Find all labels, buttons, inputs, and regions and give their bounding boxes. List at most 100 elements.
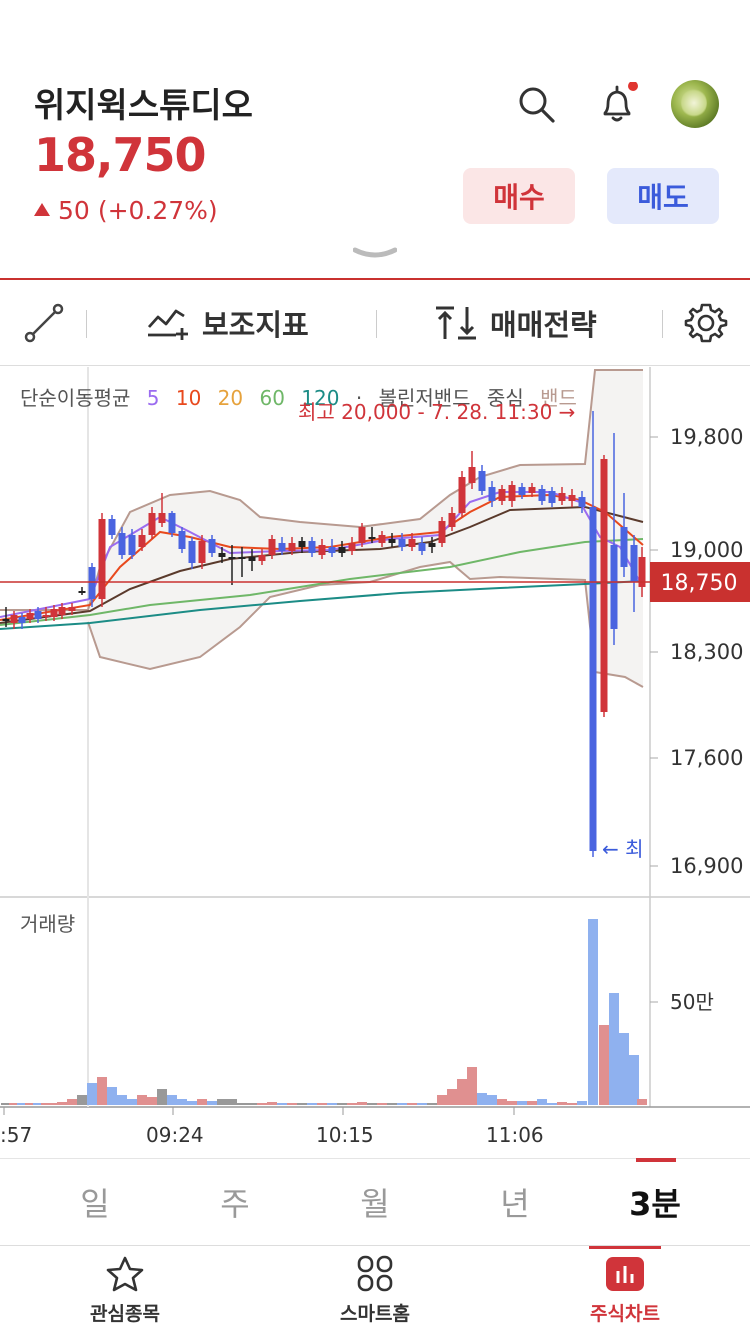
candle-body bbox=[548, 491, 556, 503]
strategy-button[interactable]: 매매전략 bbox=[432, 280, 597, 366]
candle-body bbox=[578, 497, 586, 507]
candle-body bbox=[188, 541, 196, 563]
candle-body bbox=[42, 615, 50, 617]
candle-body bbox=[148, 513, 156, 535]
candle-body bbox=[378, 535, 386, 543]
candle-body bbox=[610, 545, 618, 629]
volume-bar bbox=[437, 1095, 447, 1105]
volume-bar bbox=[137, 1095, 147, 1105]
candle-body bbox=[238, 557, 246, 559]
buy-sell-arrows-icon bbox=[436, 306, 476, 340]
candle-body bbox=[478, 471, 486, 491]
volume-bar bbox=[157, 1089, 167, 1105]
candle-body bbox=[388, 539, 396, 543]
volume-bar bbox=[147, 1097, 157, 1105]
low-annotation: ← 최 bbox=[602, 837, 644, 861]
nav-watchlist-label: 관심종목 bbox=[90, 1302, 160, 1325]
volume-bar bbox=[167, 1095, 177, 1105]
collapse-handle-icon[interactable] bbox=[353, 246, 397, 260]
tab-week[interactable]: 주 bbox=[185, 1159, 285, 1245]
volume-bar bbox=[327, 1103, 337, 1105]
bell-icon[interactable] bbox=[595, 82, 639, 126]
volume-bar bbox=[307, 1103, 317, 1105]
active-tab-indicator bbox=[636, 1158, 676, 1162]
grid-icon bbox=[357, 1255, 393, 1291]
volume-bar bbox=[467, 1067, 477, 1105]
volume-bar bbox=[487, 1095, 497, 1105]
candle-body bbox=[538, 489, 546, 501]
price-change: 50 (+0.27%) bbox=[34, 196, 218, 225]
volume-bar bbox=[397, 1103, 407, 1105]
candle-body bbox=[18, 617, 26, 623]
volume-bar bbox=[57, 1102, 67, 1105]
candle-body bbox=[620, 527, 628, 567]
volume-bar bbox=[599, 1025, 609, 1105]
price-chart[interactable]: 18,750 단순이동평균 5 10 20 60 120 · 볼린저밴드 중심 … bbox=[0, 367, 750, 1158]
tab-day[interactable]: 일 bbox=[45, 1159, 145, 1245]
chart-settings-button[interactable] bbox=[684, 280, 728, 366]
volume-bar bbox=[497, 1099, 507, 1105]
volume-bar bbox=[347, 1103, 357, 1105]
current-price: 18,750 bbox=[34, 128, 207, 182]
gear-icon bbox=[684, 303, 728, 343]
candle-body bbox=[218, 553, 226, 557]
nav-stock-chart-label: 주식차트 bbox=[590, 1302, 660, 1325]
candle-body bbox=[208, 539, 216, 553]
period-tabs: 일 주 월 년 3분 bbox=[0, 1158, 750, 1246]
nav-smart-home[interactable]: 스마트홈 bbox=[285, 1246, 465, 1334]
up-arrow-icon bbox=[34, 202, 50, 216]
volume-bar bbox=[257, 1103, 267, 1105]
candle-body bbox=[34, 611, 42, 619]
candle-body bbox=[158, 513, 166, 523]
line-draw-icon bbox=[24, 303, 64, 343]
volume-bar bbox=[187, 1101, 197, 1105]
x-tick: 11:06 bbox=[486, 1123, 544, 1147]
candle-body bbox=[198, 541, 206, 563]
candle-body bbox=[338, 547, 346, 553]
search-icon[interactable] bbox=[514, 82, 558, 126]
high-annotation: 최고 20,000 - 7. 28. 11:30 → bbox=[298, 400, 575, 424]
tab-year[interactable]: 년 bbox=[465, 1159, 565, 1245]
nav-watchlist[interactable]: 관심종목 bbox=[35, 1246, 215, 1334]
indicators-button[interactable]: 보조지표 bbox=[146, 280, 309, 366]
candle-body bbox=[528, 487, 536, 493]
candle-body bbox=[288, 543, 296, 551]
volume-bar bbox=[107, 1087, 117, 1105]
y-tick: 19,000 bbox=[670, 538, 743, 562]
volume-bar bbox=[609, 993, 619, 1105]
sell-button[interactable]: 매도 bbox=[607, 168, 719, 224]
volume-bar bbox=[277, 1103, 287, 1105]
candle-body bbox=[308, 541, 316, 553]
candle-body bbox=[98, 519, 106, 599]
candle-body bbox=[118, 533, 126, 555]
volume-bar bbox=[217, 1099, 227, 1105]
volume-bar bbox=[367, 1103, 377, 1105]
volume-bar bbox=[237, 1103, 247, 1105]
volume-bar bbox=[537, 1099, 547, 1105]
volume-bar bbox=[297, 1103, 307, 1105]
candle-body bbox=[630, 545, 638, 582]
y-tick: 18,300 bbox=[670, 640, 743, 664]
nav-stock-chart[interactable]: 주식차트 bbox=[535, 1246, 715, 1334]
candle-body bbox=[408, 539, 416, 547]
volume-bar bbox=[517, 1101, 527, 1105]
candle-body bbox=[328, 547, 336, 553]
tab-3min[interactable]: 3분 bbox=[605, 1159, 705, 1245]
volume-bar bbox=[227, 1099, 237, 1105]
y-tick: 17,600 bbox=[670, 746, 743, 770]
x-tick: :57 bbox=[0, 1123, 32, 1147]
y-tick: 19,800 bbox=[670, 425, 743, 449]
volume-bar bbox=[247, 1103, 257, 1105]
candle-body bbox=[589, 507, 597, 851]
buy-button[interactable]: 매수 bbox=[463, 168, 575, 224]
volume-bar bbox=[619, 1033, 629, 1105]
drawing-tool-button[interactable] bbox=[24, 280, 64, 366]
volume-bar bbox=[477, 1093, 487, 1105]
tab-month[interactable]: 월 bbox=[325, 1159, 425, 1245]
volume-bar bbox=[557, 1102, 567, 1105]
candle-body bbox=[318, 545, 326, 555]
volume-bar bbox=[377, 1103, 387, 1105]
avatar[interactable] bbox=[671, 80, 719, 128]
candle-body bbox=[168, 513, 176, 533]
volume-bar bbox=[177, 1099, 187, 1105]
